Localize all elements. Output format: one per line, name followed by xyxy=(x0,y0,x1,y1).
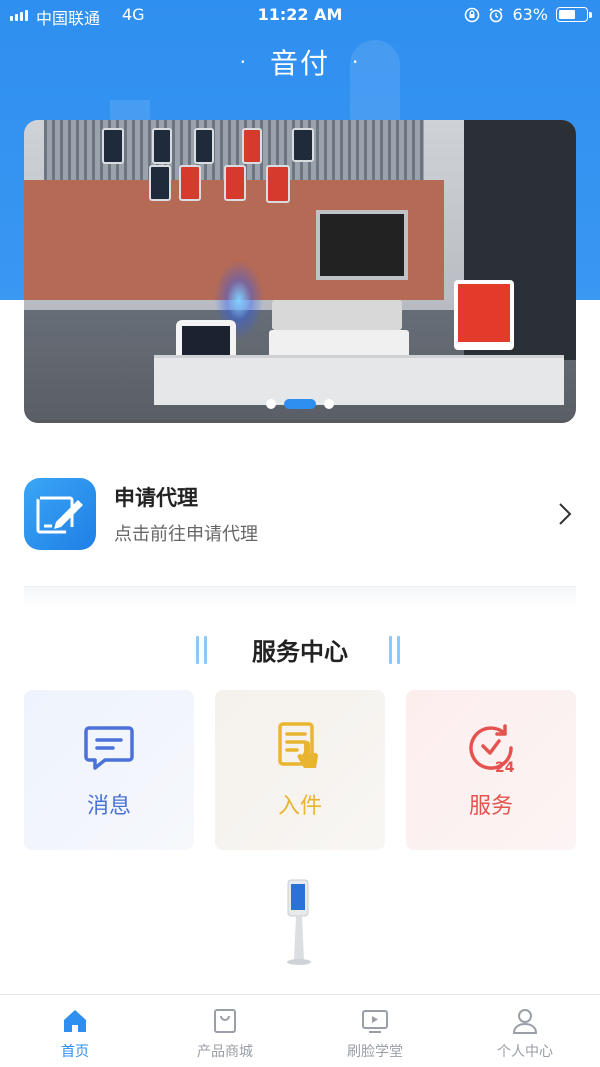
title-decoration-right xyxy=(389,636,400,664)
app-title: 音付 xyxy=(269,47,330,80)
svg-text:24: 24 xyxy=(495,760,515,776)
video-play-icon xyxy=(362,1010,388,1033)
product-kiosk-image xyxy=(287,879,311,965)
apply-agent-title: 申请代理 xyxy=(114,486,198,510)
apply-agent-icon xyxy=(24,478,96,550)
clock-24-icon: 24 xyxy=(469,724,515,776)
service-card-message[interactable]: 消息 xyxy=(24,690,194,850)
tab-profile[interactable]: 个人中心 xyxy=(450,995,600,1067)
home-icon xyxy=(64,1010,86,1032)
status-bar: 中国联通 4G 11:22 AM 63% xyxy=(0,0,600,30)
message-icon xyxy=(84,726,134,770)
service-card-label: 服务 xyxy=(468,794,513,819)
page-title: · 音付 · xyxy=(239,47,361,80)
document-touch-icon xyxy=(278,722,319,768)
apply-agent-row[interactable]: 申请代理 点击前往申请代理 xyxy=(0,468,600,578)
service-card-entry[interactable]: 入件 xyxy=(215,690,385,850)
tab-label: 个人中心 xyxy=(497,1044,553,1060)
shop-bag-icon xyxy=(214,1009,236,1033)
tab-label: 刷脸学堂 xyxy=(347,1044,403,1060)
banner-carousel[interactable] xyxy=(24,120,576,423)
tab-academy[interactable]: 刷脸学堂 xyxy=(300,995,450,1067)
service-card-label: 消息 xyxy=(86,794,131,819)
chevron-right-icon xyxy=(559,503,572,525)
battery-percent: 63% xyxy=(512,5,548,24)
bottom-tab-bar: 首页 产品商城 刷脸学堂 个人中心 xyxy=(0,994,600,1067)
battery-icon xyxy=(556,7,592,22)
apply-agent-subtitle: 点击前往申请代理 xyxy=(114,524,258,545)
carousel-dot[interactable] xyxy=(324,399,334,409)
section-divider xyxy=(24,586,576,608)
service-card-service[interactable]: 24 服务 xyxy=(406,690,576,850)
carousel-indicator[interactable] xyxy=(24,399,576,409)
service-center-title: 服务中心 xyxy=(252,638,348,666)
carousel-dot[interactable] xyxy=(266,399,276,409)
orientation-lock-icon xyxy=(465,7,480,22)
user-icon xyxy=(512,1009,538,1034)
tab-home[interactable]: 首页 xyxy=(0,995,150,1067)
tab-label: 产品商城 xyxy=(197,1044,253,1060)
tab-label: 首页 xyxy=(61,1044,89,1060)
carousel-dot[interactable] xyxy=(284,399,316,409)
alarm-icon xyxy=(489,7,503,22)
service-card-label: 入件 xyxy=(277,794,322,819)
tab-shop[interactable]: 产品商城 xyxy=(150,995,300,1067)
